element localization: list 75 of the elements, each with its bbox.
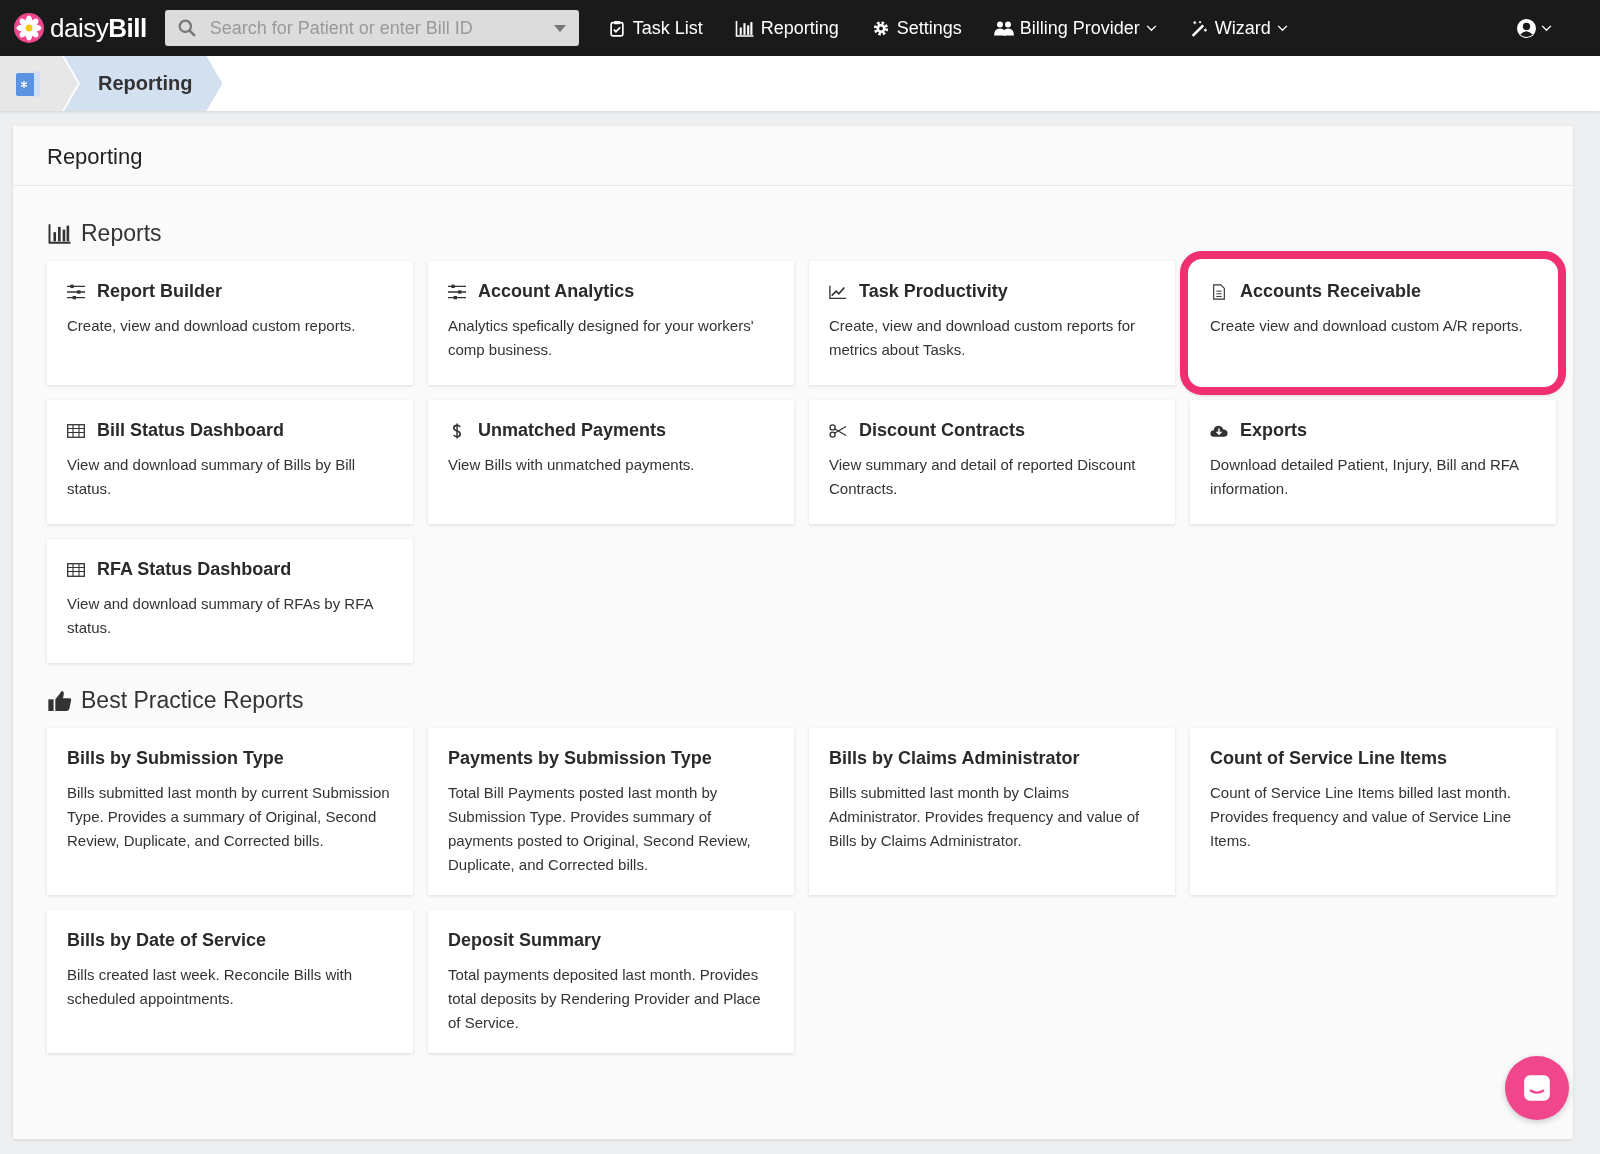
card-title: Unmatched Payments [478,420,667,441]
card-title: Bill Status Dashboard [97,420,285,441]
card-description: View Bills with unmatched payments. [448,455,696,475]
report-card[interactable]: Accounts Receivable Create view and download custom A/R reports. [1180,251,1566,395]
section-heading: Reports [81,220,162,247]
report-card[interactable]: Discount Contracts View summary and detail of reported Discount Contracts. [809,400,1175,524]
bar-chart-icon [47,223,73,244]
card-description: Download detailed Patient, Injury, Bill and RFA information. [1210,455,1520,499]
card-title: Report Builder [97,281,222,302]
nav-item[interactable]: Settings [862,11,970,45]
card-description: Count of Service Line Items billed last month. Provides frequency and value of Service Line Items. [1210,783,1512,851]
report-card[interactable]: Task Productivity Create, view and download custom reports for metrics about Tasks. [809,261,1175,385]
scissors-icon [829,422,847,439]
card-title: Account Analytics [478,281,635,302]
report-card[interactable]: Bills by Submission Type Bills submitted last month by current Submission Type. Provides a summary of Original, Second Review, Duplicate, and Corrected bills. [47,728,413,895]
nav-item[interactable]: Reporting [726,11,847,45]
card-title: Count of Service Line Items [1210,748,1448,769]
page-title: Reporting [13,126,1573,186]
card-description: Total Bill Payments posted last month by Submission Type. Provides summary of payments posted to Original, Second Review, Duplicate, and Corrected bills. [448,783,752,875]
card-description: Total payments deposited last month. Provides total deposits by Rendering Provider and Place of Service. [448,965,762,1033]
card-description: View summary and detail of reported Discount Contracts. [829,455,1137,499]
card-title: Discount Contracts [859,420,1026,441]
nav-item[interactable]: Task List [598,11,711,45]
breadcrumb-item[interactable]: Reporting [64,56,223,111]
card-description: Create, view and download custom reports for metrics about Tasks. [829,316,1136,360]
chat-bubble-icon [1523,1074,1551,1102]
section-heading: Best Practice Reports [81,687,304,714]
report-card[interactable]: Bill Status Dashboard View and download summary of Bills by Bill status. [47,400,413,524]
card-title: Bills by Submission Type [67,748,284,769]
card-description: Create view and download custom A/R reports. [1210,316,1524,336]
report-card[interactable]: Report Builder Create, view and download custom reports. [47,261,413,385]
card-title: Payments by Submission Type [448,748,712,769]
sliders-icon [448,283,466,300]
table-icon [67,561,85,578]
bar-chart-icon [734,19,755,37]
card-description: Create, view and download custom reports. [67,316,357,336]
card-title: RFA Status Dashboard [97,559,292,580]
home-crumb[interactable] [0,56,78,111]
card-title: Exports [1240,420,1308,441]
caret-icon [553,25,566,32]
report-card[interactable]: Bills by Claims Administrator Bills submitted last month by Claims Administrator. Provides frequency and value of Bills by Claims Administrator. [809,728,1175,895]
report-card[interactable]: Exports Download detailed Patient, Injury, Bill and RFA information. [1190,400,1556,524]
card-description: View and download summary of Bills by Bill status. [67,455,357,499]
document-icon [1210,283,1228,300]
card-title: Task Productivity [859,281,1008,302]
medical-binder-icon [16,70,40,97]
report-card[interactable]: Account Analytics Analytics spefically designed for your workers' comp business. [428,261,794,385]
user-avatar-icon [1516,17,1537,39]
card-title: Deposit Summary [448,930,602,951]
card-description: Bills created last week. Reconcile Bills with scheduled appointments. [67,965,354,1009]
card-title: Accounts Receivable [1240,281,1422,302]
report-card[interactable]: Unmatched Payments View Bills with unmatched payments. [428,400,794,524]
card-description: Analytics spefically designed for your workers' comp business. [448,316,755,360]
nav-item[interactable]: Wizard [1180,11,1296,45]
logo-text[interactable]: daisyBill [50,12,147,44]
card-description: View and download summary of RFAs by RFA status. [67,594,375,638]
thumbs-up-icon [47,690,73,711]
report-card[interactable]: Deposit Summary Total payments deposited last month. Provides total deposits by Rendering Provider and Place of Service. [428,910,794,1053]
card-title: Bills by Date of Service [67,930,267,951]
card-description: Bills submitted last month by Claims Administrator. Provides frequency and value of Bills by Claims Administrator. [829,783,1141,851]
report-card[interactable]: Bills by Date of Service Bills created last week. Reconcile Bills with scheduled appointments. [47,910,413,1053]
report-card[interactable]: Count of Service Line Items Count of Service Line Items billed last month. Provides frequency and value of Service Line Items. [1190,728,1556,895]
daisy-logo-icon [14,13,44,43]
sliders-icon [67,283,85,300]
search-field[interactable]: Search for Patient or enter Bill ID [164,10,579,46]
table-icon [67,422,85,439]
report-card[interactable]: RFA Status Dashboard View and download summary of RFAs by RFA status. [47,539,413,663]
card-description: Bills submitted last month by current Submission Type. Provides a summary of Original, Second Review, Duplicate, and Corrected bills. [67,783,391,851]
people-icon [993,19,1014,37]
nav-item[interactable]: Billing Provider [985,11,1165,45]
line-chart-icon [829,283,847,300]
search-icon [177,19,196,37]
card-title: Bills by Claims Administrator [829,748,1080,769]
chevron-down-icon [1541,24,1552,32]
report-card[interactable]: Payments by Submission Type Total Bill Payments posted last month by Submission Type. Provides summary of payments posted to Original, Second Review, Duplicate, and Corrected bills. [428,728,794,895]
